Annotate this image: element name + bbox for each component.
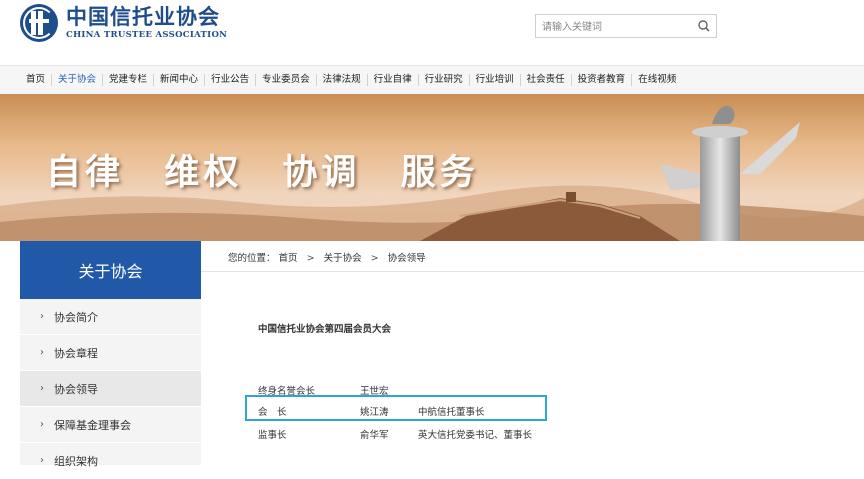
breadcrumb-separator: > — [306, 253, 315, 264]
search-box — [535, 14, 717, 38]
breadcrumb-item-home[interactable]: 首页 — [279, 253, 298, 264]
sidebar-title: 关于协会 — [20, 241, 201, 299]
nav-item-committees[interactable]: 专业委员会 — [255, 74, 316, 86]
breadcrumb-item-current: 协会领导 — [387, 253, 426, 264]
chevron-right-icon: › — [40, 383, 44, 394]
sidebar-item-label: 协会简介 — [54, 310, 98, 324]
breadcrumb: 您的位置： 首页 > 关于协会 > 协会领导 — [228, 250, 426, 264]
slogan-word: 协调 — [282, 153, 361, 193]
sidebar-item-label: 协会领导 — [54, 382, 98, 396]
chevron-right-icon: › — [40, 311, 44, 322]
content-heading: 中国信托业协会第四届会员大会 — [258, 324, 392, 335]
chevron-right-icon: › — [40, 455, 44, 466]
nav-item-laws[interactable]: 法律法规 — [315, 74, 367, 86]
nav-item-self-regulation[interactable]: 行业自律 — [366, 74, 418, 86]
nav-item-training[interactable]: 行业培训 — [468, 74, 520, 86]
slogan-word: 自律 — [46, 153, 125, 193]
hero-banner: 自律 维权 协调 服务 — [0, 94, 864, 241]
leader-organization: 英大信托党委书记、董事长 — [418, 430, 533, 441]
leader-name: 俞华军 — [360, 430, 389, 441]
slogan-word: 维权 — [164, 153, 243, 193]
sidebar-item-leadership[interactable]: › 协会领导 — [20, 371, 201, 407]
slogan-word: 服务 — [400, 153, 479, 193]
nav-item-online-video[interactable]: 在线视频 — [631, 74, 682, 86]
sidebar-item-label: 保障基金理事会 — [54, 418, 131, 432]
site-header: 中国信托业协会 CHINA TRUSTEE ASSOCIATION — [0, 0, 864, 56]
sidebar-item-label: 组织架构 — [54, 454, 98, 468]
logo-emblem-icon — [20, 4, 58, 42]
nav-item-home[interactable]: 首页 — [20, 74, 51, 86]
leader-role: 监事长 — [258, 430, 287, 441]
sidebar-item-label: 协会章程 — [54, 346, 98, 360]
breadcrumb-separator: > — [370, 253, 379, 264]
sidebar: › 协会简介 › 协会章程 › 协会领导 › 保障基金理事会 › 组织架构 — [20, 299, 201, 479]
nav-item-about[interactable]: 关于协会 — [51, 74, 102, 86]
site-logo[interactable]: 中国信托业协会 CHINA TRUSTEE ASSOCIATION — [20, 4, 227, 42]
nav-item-social-responsibility[interactable]: 社会责任 — [519, 74, 571, 86]
highlight-box — [245, 395, 547, 421]
nav-item-party[interactable]: 党建专栏 — [102, 74, 153, 86]
nav-item-news[interactable]: 新闻中心 — [153, 74, 204, 86]
search-input[interactable] — [536, 17, 692, 38]
sidebar-item-protection-fund-council[interactable]: › 保障基金理事会 — [20, 407, 201, 443]
logo-chinese-name: 中国信托业协会 — [66, 5, 220, 29]
chevron-right-icon: › — [40, 347, 44, 358]
nav-item-investor-education[interactable]: 投资者教育 — [570, 74, 632, 86]
breadcrumb-prefix: 您的位置： — [228, 253, 276, 264]
sidebar-item-charter[interactable]: › 协会章程 — [20, 335, 201, 371]
sidebar-item-organization[interactable]: › 组织架构 — [20, 443, 201, 479]
banner-slogan: 自律 维权 协调 服务 — [46, 144, 503, 195]
nav-item-announcements[interactable]: 行业公告 — [204, 74, 255, 86]
breadcrumb-item-about[interactable]: 关于协会 — [324, 253, 362, 264]
nav-item-research[interactable]: 行业研究 — [417, 74, 469, 86]
chevron-right-icon: › — [40, 419, 44, 430]
search-icon[interactable] — [696, 18, 712, 34]
main-nav: 首页 关于协会 党建专栏 新闻中心 行业公告 专业委员会 法律法规 行业自律 行… — [0, 65, 864, 95]
sidebar-item-introduction[interactable]: › 协会简介 — [20, 299, 201, 335]
logo-english-name: CHINA TRUSTEE ASSOCIATION — [66, 30, 228, 40]
